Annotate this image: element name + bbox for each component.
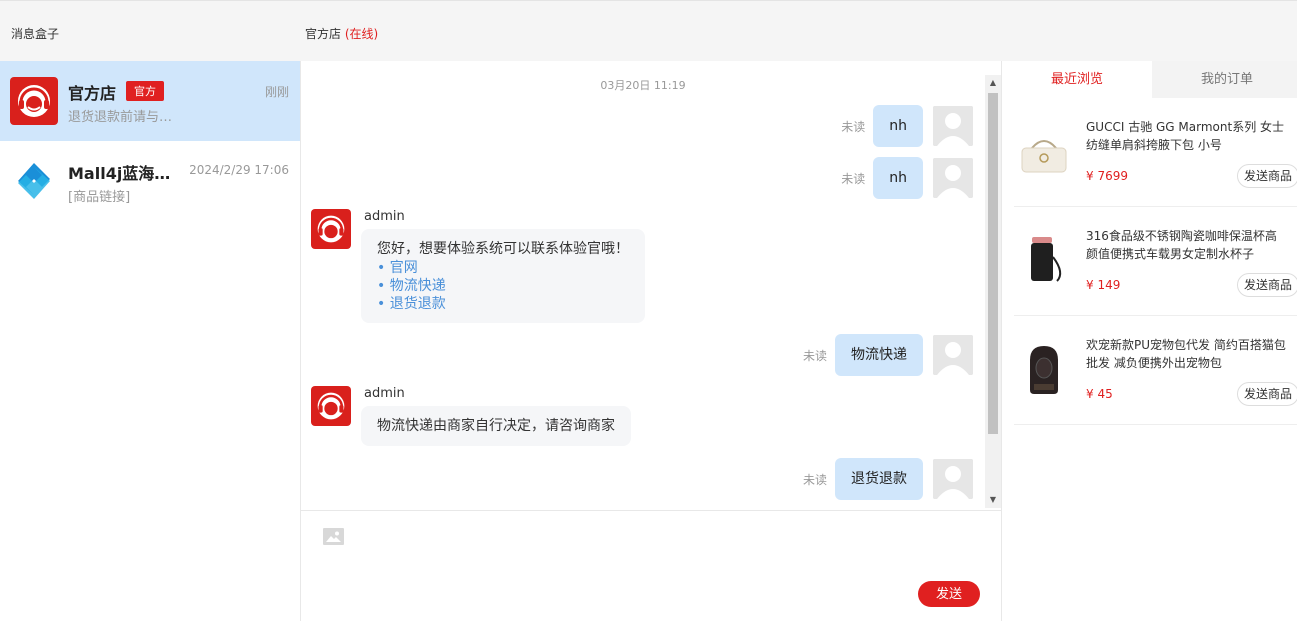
send-product-button[interactable]: 发送商品 xyxy=(1236,273,1299,297)
message-text: 物流快递由商家自行决定，请咨询商家 xyxy=(377,418,615,434)
customer-service-avatar-icon xyxy=(10,77,58,125)
sender-name: admin xyxy=(364,386,405,401)
product-price: ¥ 45 xyxy=(1086,387,1113,401)
conversation-name: Mall4j蓝海… xyxy=(68,164,171,183)
user-avatar-icon xyxy=(933,335,973,375)
header-bar: 消息盒子 官方店 (在线) xyxy=(0,0,1302,61)
message-self: 未读 nh xyxy=(841,157,973,199)
unread-status: 未读 xyxy=(841,171,866,186)
conversation-item-official[interactable]: 官方店 官方 刚刚 退货退款前请与… xyxy=(0,61,300,141)
message-admin: admin 物流快递由商家自行决定，请咨询商家 xyxy=(311,386,651,456)
product-item[interactable]: GUCCI 古驰 GG Marmont系列 女士纺缝单肩斜挎腋下包 小号 ¥ 7… xyxy=(1014,98,1299,207)
conversation-item-mall4j[interactable]: Mall4j蓝海… 2024/2/29 17:06 [商品链接] xyxy=(0,141,300,221)
product-price: ¥ 149 xyxy=(1086,278,1121,292)
message-text: 您好，想要体验系统可以联系体验官哦！ xyxy=(377,241,629,257)
conversation-preview: [商品链接] xyxy=(68,190,131,205)
scrollbar-thumb[interactable] xyxy=(988,93,998,434)
product-title: 欢宠新款PU宠物包代发 简约百搭猫包批发 减负便携外出宠物包 xyxy=(1086,338,1286,370)
pet-backpack-image xyxy=(1018,340,1070,400)
admin-avatar-icon xyxy=(311,386,351,426)
conversation-time: 刚刚 xyxy=(264,85,289,99)
official-badge: 官方 xyxy=(126,81,164,101)
user-avatar-icon xyxy=(933,106,973,146)
message-self: 未读 nh xyxy=(841,105,973,147)
product-title: 316食品级不锈钢陶瓷咖啡保温杯高颜值便携式车载男女定制水杯子 xyxy=(1086,229,1277,261)
user-avatar-icon xyxy=(933,158,973,198)
chat-window: 消息盒子 官方店 (在线) 官方店 官方 刚刚 退货退款前请与… Mall4j蓝… xyxy=(0,0,1302,621)
message-self: 未读 物流快递 xyxy=(803,334,973,376)
window-edge xyxy=(1297,0,1302,621)
message-box-title: 消息盒子 xyxy=(11,27,60,41)
message-bubble: nh xyxy=(873,157,923,199)
product-price: ¥ 7699 xyxy=(1086,169,1128,183)
conversation-name: 官方店 xyxy=(68,84,117,103)
scroll-up-arrow-icon[interactable]: ▲ xyxy=(985,75,1001,91)
online-status: (在线) xyxy=(344,27,379,41)
handbag-image xyxy=(1018,122,1070,182)
side-panel: 最近浏览 我的订单 GUCCI 古驰 GG Marmont系列 女士纺缝单肩斜挎… xyxy=(1001,61,1302,621)
tab-recent-browse[interactable]: 最近浏览 xyxy=(1002,61,1152,98)
unread-status: 未读 xyxy=(802,472,827,487)
chat-scrollbar[interactable]: ▲ ▼ xyxy=(985,75,1001,508)
product-item[interactable]: 欢宠新款PU宠物包代发 简约百搭猫包批发 减负便携外出宠物包 ¥ 45 发送商品 xyxy=(1014,316,1299,425)
unread-status: 未读 xyxy=(841,119,866,134)
image-upload-icon[interactable] xyxy=(323,528,344,545)
conversation-time: 2024/2/29 17:06 xyxy=(189,163,289,177)
user-avatar-icon xyxy=(933,459,973,499)
conversation-list: 官方店 官方 刚刚 退货退款前请与… Mall4j蓝海… 2024/2/29 1… xyxy=(0,61,301,621)
message-bubble: 您好，想要体验系统可以联系体验官哦！ • 官网 • 物流快递 • 退货退款 xyxy=(361,229,645,323)
send-product-button[interactable]: 发送商品 xyxy=(1236,382,1299,406)
unread-status: 未读 xyxy=(802,348,827,363)
send-product-button[interactable]: 发送商品 xyxy=(1236,164,1299,188)
message-input-area[interactable]: 发送 xyxy=(301,510,1001,621)
product-item[interactable]: 316食品级不锈钢陶瓷咖啡保温杯高颜值便携式车载男女定制水杯子 ¥ 149 发送… xyxy=(1014,207,1299,316)
quick-link-refund[interactable]: • 退货退款 xyxy=(377,295,629,313)
product-title: GUCCI 古驰 GG Marmont系列 女士纺缝单肩斜挎腋下包 小号 xyxy=(1086,120,1285,152)
message-date: 03月20日 11:19 xyxy=(600,79,686,92)
message-admin: admin 您好，想要体验系统可以联系体验官哦！ • 官网 • 物流快递 • 退… xyxy=(311,209,651,329)
tab-my-orders[interactable]: 我的订单 xyxy=(1152,61,1302,98)
sender-name: admin xyxy=(364,209,405,224)
current-shop-name: 官方店 xyxy=(305,27,342,41)
side-panel-tabs: 最近浏览 我的订单 xyxy=(1002,61,1302,98)
thermos-cup-image xyxy=(1018,231,1070,291)
chat-message-area[interactable]: 03月20日 11:19 未读 nh 未读 nh admin 您好，想要体验系统… xyxy=(301,61,1001,510)
quick-link-official-site[interactable]: • 官网 xyxy=(377,259,629,277)
message-bubble: 物流快递 xyxy=(835,334,923,376)
send-button[interactable]: 发送 xyxy=(918,581,980,607)
scroll-down-arrow-icon[interactable]: ▼ xyxy=(985,492,1001,508)
quick-link-logistics[interactable]: • 物流快递 xyxy=(377,277,629,295)
message-bubble: 物流快递由商家自行决定，请咨询商家 xyxy=(361,406,631,446)
admin-avatar-icon xyxy=(311,209,351,249)
message-bubble: 退货退款 xyxy=(835,458,923,500)
current-chat-title: 官方店 (在线) xyxy=(305,25,378,42)
mall4j-logo-icon xyxy=(10,157,58,205)
message-self: 未读 退货退款 xyxy=(803,458,973,500)
conversation-preview: 退货退款前请与… xyxy=(68,110,173,125)
message-bubble: nh xyxy=(873,105,923,147)
